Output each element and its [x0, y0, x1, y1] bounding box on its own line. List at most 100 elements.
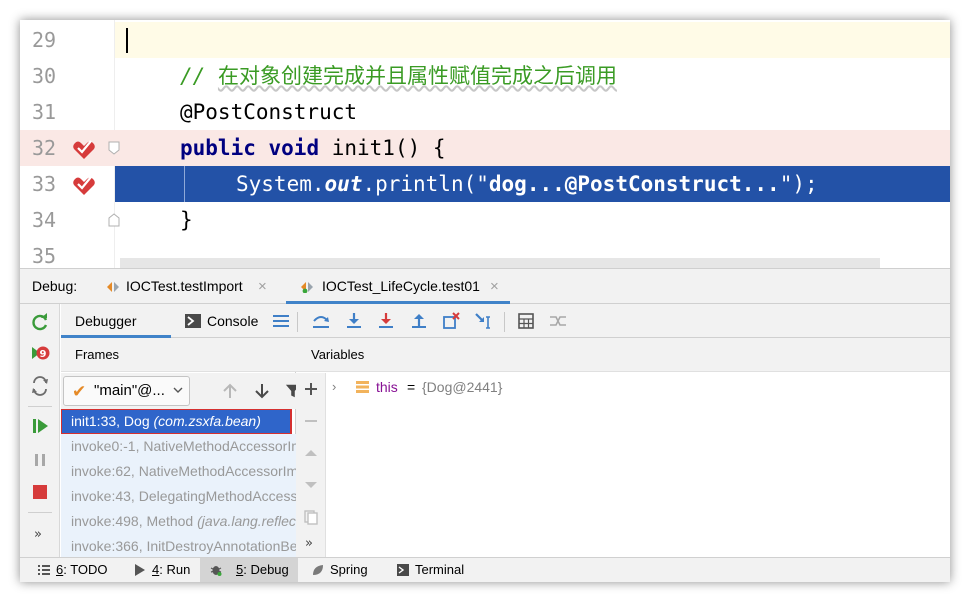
run-tool-button[interactable]: 4: Run: [134, 558, 200, 582]
list-icon: [38, 565, 50, 575]
close-icon[interactable]: ×: [258, 269, 267, 304]
text-caret: [126, 28, 128, 53]
copy-icon[interactable]: [303, 509, 319, 525]
variable-equals: =: [407, 379, 416, 395]
frames-toolbar: ✔ "main"@...: [61, 373, 301, 409]
horizontal-scrollbar[interactable]: [120, 258, 880, 268]
list-item[interactable]: invoke:366, InitDestroyAnnotationBeanPos…: [61, 534, 296, 557]
tab-label: IOCTest.testImport: [126, 278, 243, 294]
method-signature: public void init1() {: [180, 130, 446, 166]
code-line-32[interactable]: 32 public void init1() {: [20, 130, 950, 166]
code-out-field: out: [324, 172, 363, 196]
arrow-down-icon[interactable]: [253, 382, 271, 400]
list-item[interactable]: invoke:43, DelegatingMethodAccessorImpl: [61, 484, 296, 509]
step-into-icon[interactable]: [376, 311, 396, 331]
list-item[interactable]: init1:33, Dog (com.zsxfa.bean): [61, 409, 292, 435]
list-item[interactable]: invoke:62, NativeMethodAccessorImpl: [61, 459, 296, 484]
frame-package: (com.zsxfa.bean): [153, 413, 261, 429]
add-watch-icon[interactable]: [303, 381, 319, 397]
debug-label: Debug:: [32, 278, 78, 294]
code-line-30[interactable]: 30 // 在对象创建完成并且属性赋值完成之后调用: [20, 58, 950, 94]
ide-window: 29 30 // 在对象创建完成并且属性赋值完成之后调用 31 @PostCon…: [20, 20, 950, 582]
restore-layout-icon[interactable]: [30, 376, 50, 396]
trace-current-stream-icon[interactable]: [548, 311, 568, 331]
line-number: 34: [32, 208, 57, 232]
toolbar-separator: [28, 406, 52, 407]
more-tools-icon[interactable]: »: [34, 527, 42, 542]
chevron-right-icon[interactable]: ›: [332, 373, 336, 401]
line-number: 32: [32, 136, 57, 160]
code-editor[interactable]: 29 30 // 在对象创建完成并且属性赋值完成之后调用 31 @PostCon…: [20, 20, 950, 268]
chevron-down-icon: [173, 387, 183, 393]
drop-frame-icon[interactable]: [441, 311, 461, 331]
step-over-icon[interactable]: [344, 311, 364, 331]
breakpoint-icon[interactable]: [72, 137, 96, 161]
spring-tool-button[interactable]: Spring: [312, 558, 388, 582]
thread-selector[interactable]: ✔ "main"@...: [63, 376, 190, 406]
frame-package: (java.lang.reflect): [197, 513, 296, 529]
spring-leaf-icon: [313, 565, 323, 575]
println-statement: System.out.println("dog...@PostConstruct…: [236, 166, 818, 202]
annotation-text: @PostConstruct: [180, 100, 358, 124]
keyword-public: public: [180, 136, 256, 160]
field-icon: [356, 381, 369, 393]
debug-tool-button[interactable]: 5: Debug: [200, 558, 298, 582]
comment-slashes: //: [180, 64, 206, 88]
frame-text: invoke:43, DelegatingMethodAccessorImpl: [71, 488, 296, 504]
keyword-void: void: [268, 136, 320, 160]
debug-tool-window-header: Debug: IOCTest.testImport × IOCTest_Life…: [20, 268, 950, 304]
line-number: 35: [32, 244, 57, 268]
tab-ioctest-lifecycle-test01[interactable]: IOCTest_LifeCycle.test01 ×: [286, 269, 510, 304]
list-item[interactable]: invoke0:-1, NativeMethodAccessorImpl: [61, 434, 296, 459]
bug-icon: [210, 566, 222, 576]
code-line-29[interactable]: 29: [20, 22, 950, 58]
variables-header: Variables: [296, 338, 950, 372]
rerun-failed-icon[interactable]: 9: [30, 344, 50, 364]
remove-watch-icon[interactable]: [303, 413, 319, 429]
step-out-icon[interactable]: [409, 311, 429, 331]
run-to-cursor-icon[interactable]: [474, 311, 494, 331]
code-line-34[interactable]: 34 }: [20, 202, 950, 238]
resume-icon[interactable]: [30, 416, 50, 436]
frame-text: init1:33, Dog: [71, 413, 154, 429]
tab-debugger[interactable]: Debugger: [61, 304, 171, 338]
code-line-33[interactable]: 33 System.out.println("dog...@PostConstr…: [20, 166, 950, 202]
frames-list: init1:33, Dog (com.zsxfa.bean) invoke0:-…: [61, 409, 296, 557]
evaluate-expression-icon[interactable]: [516, 311, 536, 331]
tool-label: : Debug: [243, 562, 289, 577]
list-item[interactable]: invoke:498, Method (java.lang.reflect): [61, 509, 296, 534]
close-icon[interactable]: ×: [490, 269, 499, 304]
code-line-31[interactable]: 31 @PostConstruct: [20, 94, 950, 130]
fold-icon[interactable]: [108, 141, 120, 155]
pause-icon[interactable]: [30, 450, 50, 470]
frame-text: invoke:498, Method: [71, 513, 198, 529]
fold-end-icon[interactable]: [108, 213, 120, 227]
show-execution-point-icon[interactable]: [311, 311, 331, 331]
code-close: ");: [779, 172, 818, 196]
tab-ioctest-testimport[interactable]: IOCTest.testImport ×: [106, 269, 278, 304]
todo-tool-button[interactable]: 6: TODO: [38, 558, 118, 582]
menu-lines-icon[interactable]: [271, 311, 291, 331]
console-icon: [185, 314, 201, 328]
tool-label: Spring: [330, 562, 368, 577]
stop-icon[interactable]: [30, 482, 50, 502]
tab-label: IOCTest_LifeCycle.test01: [322, 278, 480, 294]
rerun-icon[interactable]: [30, 312, 50, 332]
toolbar-separator: [28, 512, 52, 513]
comment-text: 在对象创建完成并且属性赋值完成之后调用: [217, 64, 617, 88]
toolbar-separator: [504, 312, 505, 332]
tool-label: Terminal: [415, 562, 465, 577]
terminal-tool-button[interactable]: Terminal: [397, 558, 483, 582]
move-down-icon[interactable]: [303, 477, 319, 493]
variables-panel: Variables » › this = {Dog@2441}: [296, 338, 950, 557]
move-up-icon[interactable]: [303, 445, 319, 461]
variable-name: this: [376, 379, 398, 395]
variables-toolbar: »: [296, 373, 326, 557]
tab-console[interactable]: Console: [185, 304, 263, 338]
arrow-up-icon[interactable]: [221, 382, 239, 400]
line-number: 29: [32, 28, 57, 52]
debug-config-icon: [301, 282, 313, 293]
breakpoint-icon[interactable]: [72, 173, 96, 197]
code-system: System.: [236, 172, 325, 196]
more-tools-icon[interactable]: »: [305, 536, 313, 551]
